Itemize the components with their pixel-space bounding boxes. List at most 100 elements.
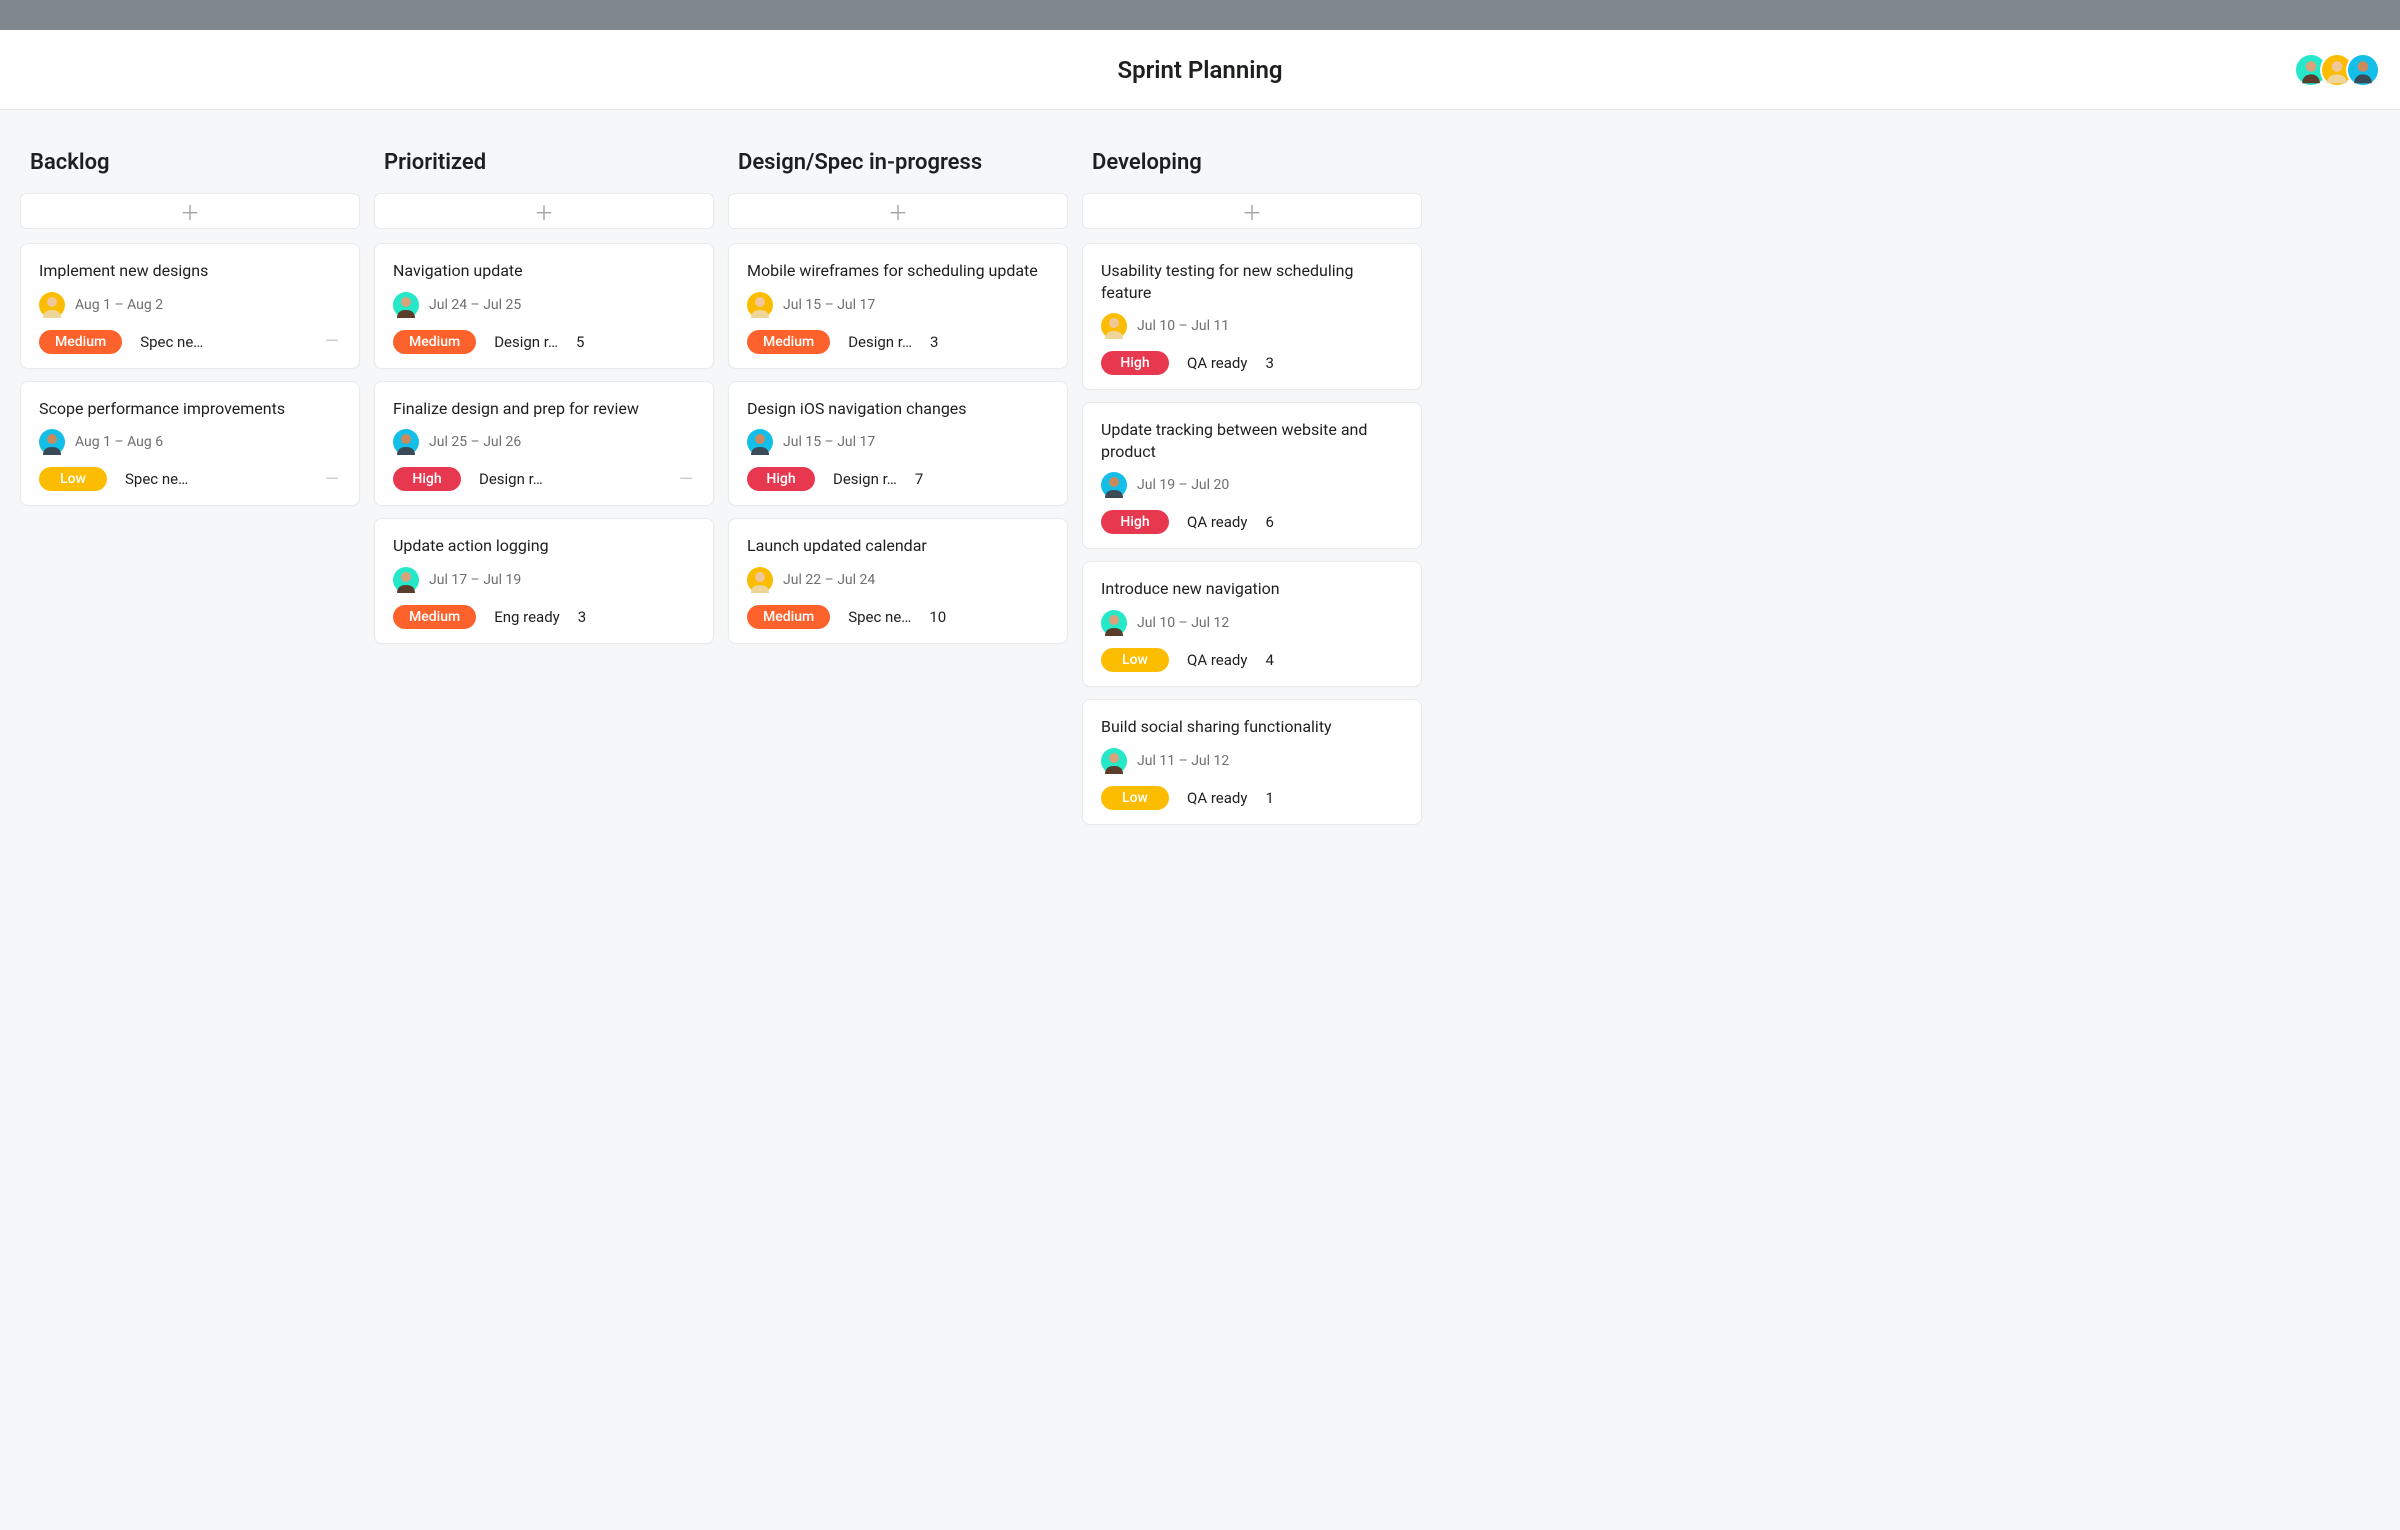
priority-pill[interactable]: High (747, 467, 815, 491)
task-card[interactable]: Usability testing for new scheduling fea… (1082, 243, 1422, 390)
tag-row: HighQA ready3 (1101, 351, 1403, 375)
card-meta-row: Aug 1 – Aug 2 (39, 292, 341, 318)
card-meta-row: Jul 10 – Jul 11 (1101, 313, 1403, 339)
task-card[interactable]: Scope performance improvementsAug 1 – Au… (20, 381, 360, 507)
task-card[interactable]: Navigation update Jul 24 – Jul 25 Medium De… (374, 243, 714, 369)
priority-pill[interactable]: Low (39, 467, 107, 491)
priority-pill[interactable]: High (1101, 510, 1169, 534)
task-title: Scope performance improvements (39, 398, 341, 420)
tag-row: MediumSpec ne…10 (747, 605, 1049, 629)
kanban-column: Backlog＋Implement new designsAug 1 – Aug… (20, 150, 360, 518)
kanban-board[interactable]: Backlog＋Implement new designsAug 1 – Aug… (0, 110, 2400, 877)
assignee-avatar[interactable] (39, 429, 65, 455)
task-card[interactable]: Mobile wireframes for scheduling updateJ… (728, 243, 1068, 369)
priority-pill[interactable]: Medium (747, 330, 830, 354)
task-card[interactable]: Design iOS navigation changes Jul 15 – Ju… (728, 381, 1068, 507)
status-label: QA ready (1187, 651, 1247, 669)
status-label: Spec ne… (140, 333, 203, 351)
task-title: Design iOS navigation changes (747, 398, 1049, 420)
status-label: QA ready (1187, 513, 1247, 531)
plus-icon: ＋ (180, 197, 200, 226)
avatar[interactable] (2346, 53, 2380, 87)
card-meta-row: Jul 10 – Jul 12 (1101, 610, 1403, 636)
tag-row: Low Spec ne… — (39, 467, 341, 491)
assignee-avatar[interactable] (393, 429, 419, 455)
collaborator-avatars[interactable] (2302, 53, 2380, 87)
tag-row: High Design r… — (393, 467, 695, 491)
card-meta-row: Jul 25 – Jul 26 (393, 429, 695, 455)
empty-field-icon: — (679, 469, 695, 490)
card-count: 1 (1265, 789, 1273, 807)
tag-row: MediumEng ready3 (393, 605, 695, 629)
priority-pill[interactable]: Medium (393, 330, 476, 354)
tag-row: HighDesign r…7 (747, 467, 1049, 491)
task-title: Navigation update (393, 260, 695, 282)
task-card[interactable]: Update tracking between website and prod… (1082, 402, 1422, 549)
card-count: 7 (915, 470, 923, 488)
task-card[interactable]: Build social sharing functionality Jul 11… (1082, 699, 1422, 825)
assignee-avatar[interactable] (747, 567, 773, 593)
page-title: Sprint Planning (1117, 56, 1282, 84)
plus-icon: ＋ (888, 197, 908, 226)
tag-row: HighQA ready6 (1101, 510, 1403, 534)
priority-pill[interactable]: Low (1101, 786, 1169, 810)
due-date: Jul 11 – Jul 12 (1137, 753, 1229, 769)
task-card[interactable]: Implement new designs Aug 1 – Aug 2 Medium… (20, 243, 360, 369)
tag-row: LowQA ready1 (1101, 786, 1403, 810)
task-title: Update action logging (393, 535, 695, 557)
task-card[interactable]: Update action logging Jul 17 – Jul 19 Medi… (374, 518, 714, 644)
priority-pill[interactable]: Medium (39, 330, 122, 354)
assignee-avatar[interactable] (393, 567, 419, 593)
assignee-avatar[interactable] (747, 429, 773, 455)
status-label: Design r… (479, 470, 543, 488)
assignee-avatar[interactable] (747, 292, 773, 318)
tag-row: MediumDesign r…5 (393, 330, 695, 354)
card-meta-row: Jul 22 – Jul 24 (747, 567, 1049, 593)
due-date: Jul 10 – Jul 12 (1137, 615, 1229, 631)
add-card-button[interactable]: ＋ (1082, 193, 1422, 229)
add-card-button[interactable]: ＋ (374, 193, 714, 229)
column-title: Developing (1082, 150, 1422, 193)
priority-pill[interactable]: High (1101, 351, 1169, 375)
status-label: Spec ne… (125, 470, 188, 488)
plus-icon: ＋ (1242, 197, 1262, 226)
card-meta-row: Jul 17 – Jul 19 (393, 567, 695, 593)
add-card-button[interactable]: ＋ (20, 193, 360, 229)
priority-pill[interactable]: Medium (747, 605, 830, 629)
status-label: Design r… (494, 333, 558, 351)
empty-field-icon: — (325, 469, 341, 490)
priority-pill[interactable]: Low (1101, 648, 1169, 672)
task-title: Build social sharing functionality (1101, 716, 1403, 738)
tag-row: Low QA ready 4 (1101, 648, 1403, 672)
assignee-avatar[interactable] (1101, 748, 1127, 774)
task-card[interactable]: Introduce new navigationJul 10 – Jul 12L… (1082, 561, 1422, 687)
column-title: Prioritized (374, 150, 714, 193)
card-meta-row: Jul 11 – Jul 12 (1101, 748, 1403, 774)
due-date: Jul 24 – Jul 25 (429, 297, 521, 313)
task-title: Launch updated calendar (747, 535, 1049, 557)
due-date: Jul 15 – Jul 17 (783, 434, 875, 450)
browser-chrome-placeholder (0, 0, 2400, 30)
card-count: 4 (1265, 651, 1273, 669)
due-date: Jul 17 – Jul 19 (429, 572, 521, 588)
assignee-avatar[interactable] (1101, 472, 1127, 498)
card-count: 3 (930, 333, 938, 351)
task-card[interactable]: Finalize design and prep for reviewJul 2… (374, 381, 714, 507)
due-date: Jul 19 – Jul 20 (1137, 477, 1229, 493)
priority-pill[interactable]: High (393, 467, 461, 491)
add-card-button[interactable]: ＋ (728, 193, 1068, 229)
card-meta-row: Jul 15 – Jul 17 (747, 292, 1049, 318)
header: Sprint Planning (0, 30, 2400, 110)
task-title: Implement new designs (39, 260, 341, 282)
card-meta-row: Jul 15 – Jul 17 (747, 429, 1049, 455)
plus-icon: ＋ (534, 197, 554, 226)
assignee-avatar[interactable] (1101, 610, 1127, 636)
card-count: 3 (578, 608, 586, 626)
kanban-column: Design/Spec in-progress＋Mobile wireframe… (728, 150, 1068, 656)
assignee-avatar[interactable] (393, 292, 419, 318)
priority-pill[interactable]: Medium (393, 605, 476, 629)
assignee-avatar[interactable] (39, 292, 65, 318)
task-card[interactable]: Launch updated calendar Jul 22 – Jul 24 Me… (728, 518, 1068, 644)
assignee-avatar[interactable] (1101, 313, 1127, 339)
card-count: 10 (929, 608, 946, 626)
